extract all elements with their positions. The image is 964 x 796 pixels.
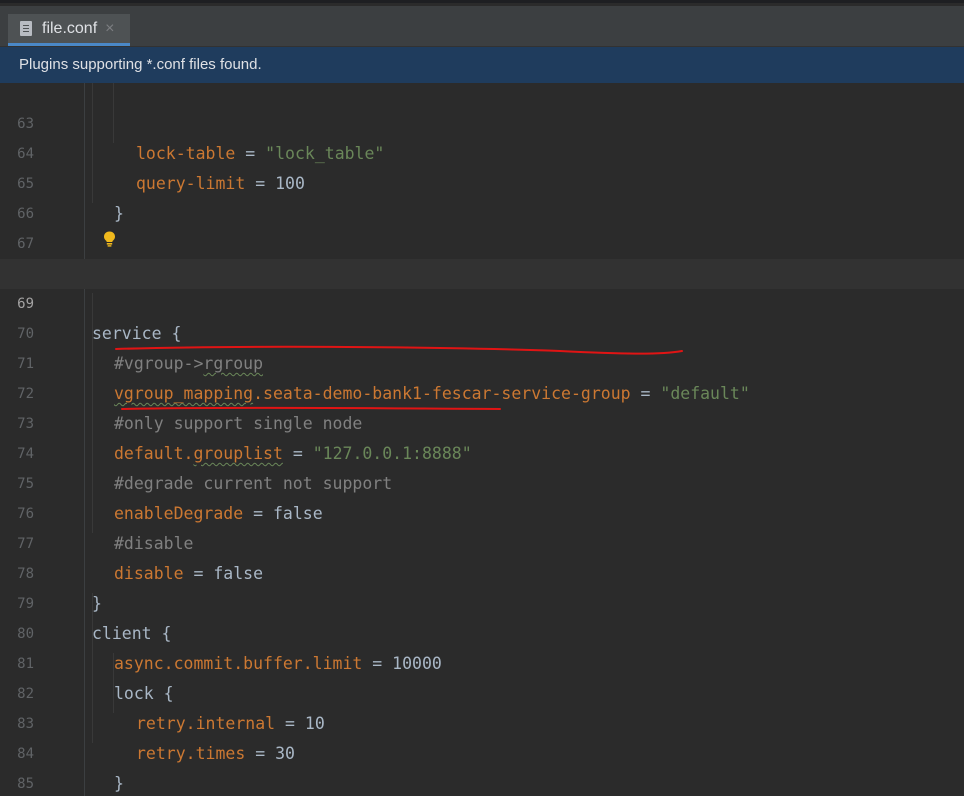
line-number: 85 bbox=[17, 776, 34, 792]
file-icon bbox=[20, 21, 32, 36]
code-line: 79 client { bbox=[0, 559, 964, 643]
code-line: 73 default.grouplist = "127.0.0.1:8888" bbox=[0, 379, 964, 463]
tab-bar: file.conf × bbox=[0, 6, 964, 47]
code-line: 78 } bbox=[0, 529, 964, 613]
code-line: 81 lock { bbox=[0, 619, 964, 703]
code-line: 67 } bbox=[0, 199, 964, 283]
code-line: 68 bbox=[0, 229, 964, 282]
code-line: 76 #disable bbox=[0, 469, 964, 553]
close-icon[interactable]: × bbox=[105, 20, 114, 38]
code-line: 71 vgroup_mapping.seata-demo-bank1-fesca… bbox=[0, 319, 964, 403]
code-line: 82 retry.internal = 10 bbox=[0, 649, 964, 733]
tab-label: file.conf bbox=[42, 19, 98, 37]
plugin-notification-banner[interactable]: Plugins supporting *.conf files found. bbox=[0, 47, 964, 83]
code-line: 83 retry.times = 30 bbox=[0, 679, 964, 763]
code-line: 64 query-limit = 100 bbox=[0, 109, 964, 193]
code-line: 65 } bbox=[0, 139, 964, 223]
code-line: 70 #vgroup->rgroup bbox=[0, 289, 964, 373]
code-line: 75 enableDegrade = false bbox=[0, 439, 964, 523]
closing-brace: } bbox=[114, 774, 124, 793]
code-line: 63 lock-table = "lock_table" bbox=[0, 79, 964, 163]
banner-text: Plugins supporting *.conf files found. bbox=[19, 56, 262, 73]
code-line: 72 #only support single node bbox=[0, 349, 964, 433]
code-editor[interactable]: 63 lock-table = "lock_table" 64 query-li… bbox=[0, 83, 964, 796]
code-line: 85 } bbox=[0, 739, 964, 792]
code-line: 77 disable = false bbox=[0, 499, 964, 583]
code-line: 74 #degrade current not support bbox=[0, 409, 964, 493]
lightbulb-icon[interactable] bbox=[103, 231, 116, 247]
code-line: 84 } bbox=[0, 709, 964, 793]
code-line: 80 async.commit.buffer.limit = 10000 bbox=[0, 589, 964, 673]
tab-file-conf[interactable]: file.conf × bbox=[8, 14, 130, 46]
editor-window: file.conf × Plugins supporting *.conf fi… bbox=[0, 0, 964, 796]
code-line-current: 69 service { bbox=[0, 259, 964, 343]
code-line: 66 bbox=[0, 169, 964, 222]
